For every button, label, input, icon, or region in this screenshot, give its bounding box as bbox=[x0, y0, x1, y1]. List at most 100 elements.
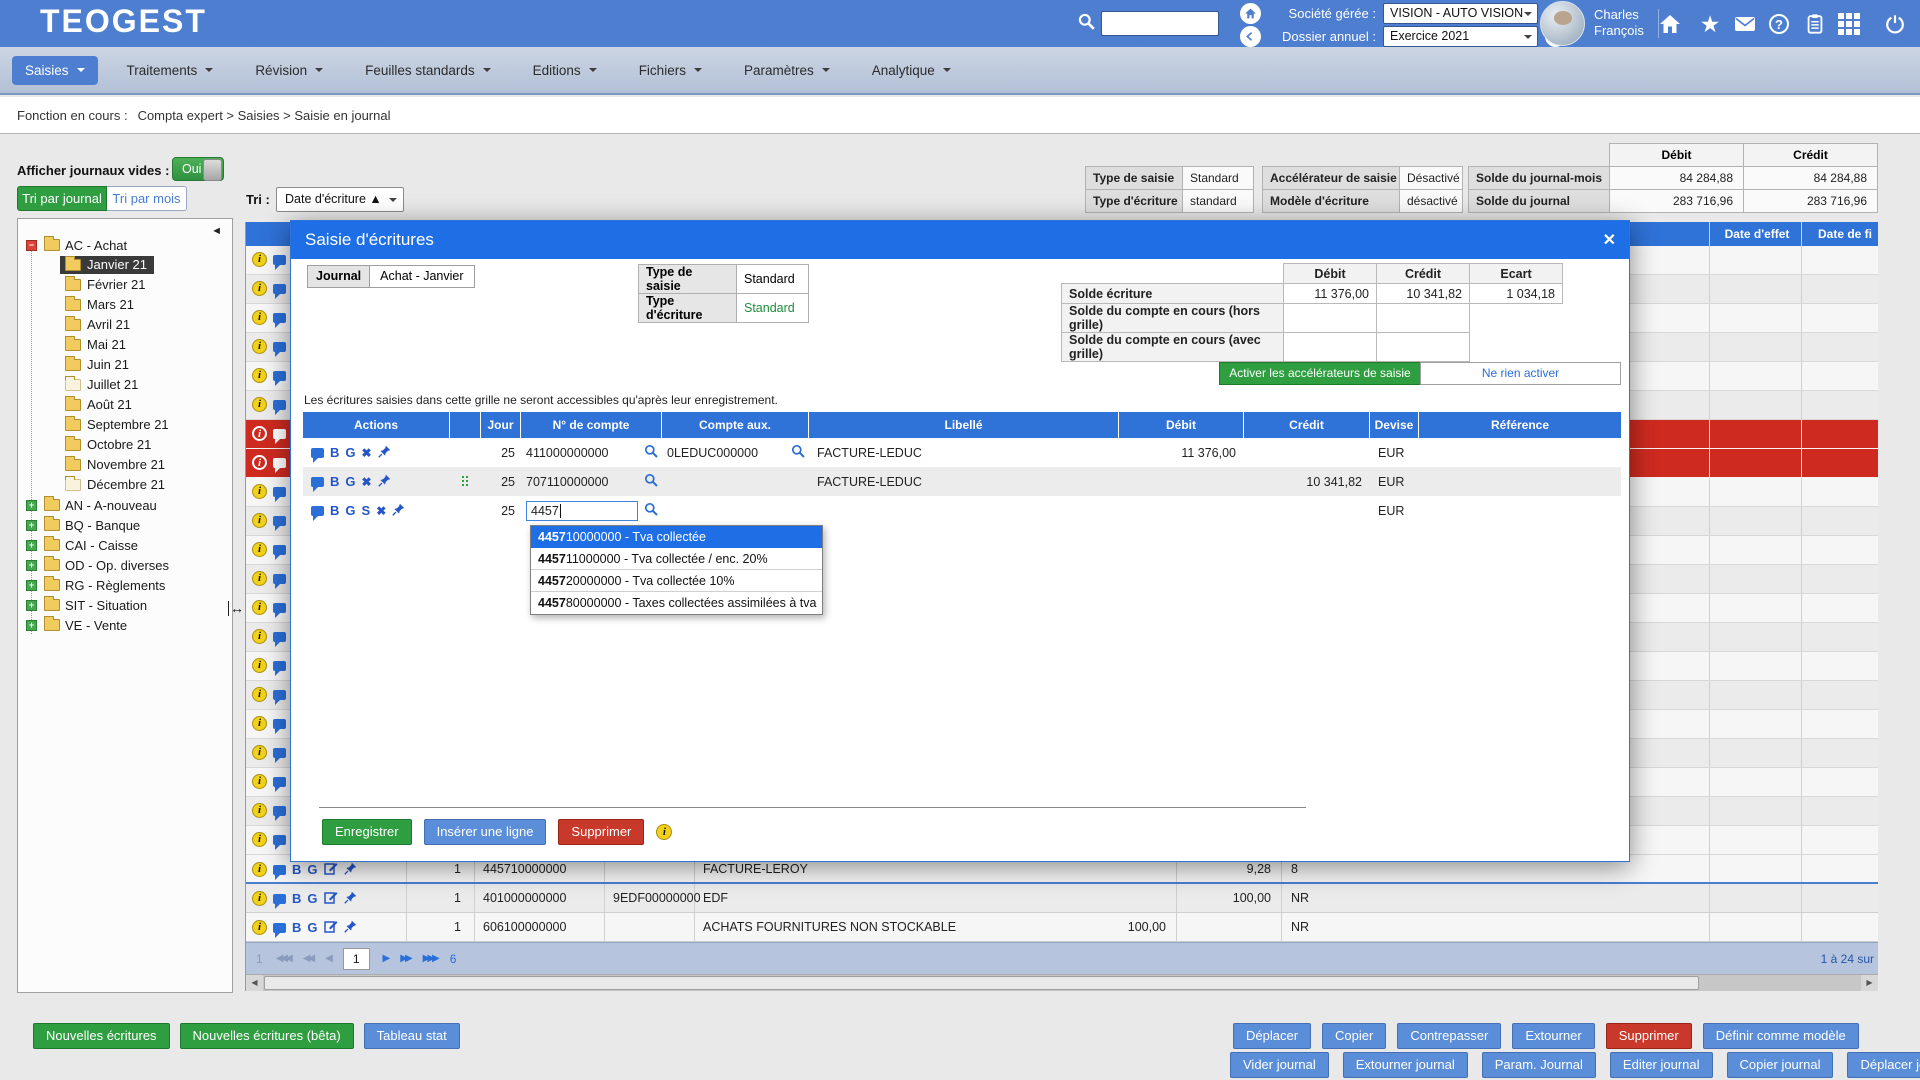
edit-icon[interactable] bbox=[324, 890, 338, 907]
cell-libelle[interactable]: FACTURE-LEDUC bbox=[809, 438, 1119, 467]
action-b-icon[interactable]: B bbox=[292, 863, 301, 876]
footer-button[interactable]: Supprimer bbox=[1606, 1023, 1692, 1049]
entry-grid-row-editing[interactable]: B G S ✖ 25 4457 EUR bbox=[303, 496, 1621, 525]
account-number-input[interactable]: 4457 bbox=[526, 501, 638, 521]
save-button[interactable]: Enregistrer bbox=[322, 819, 412, 845]
comment-bubble-icon[interactable] bbox=[273, 458, 286, 468]
footer-button[interactable]: Contrepasser bbox=[1397, 1023, 1501, 1049]
delete-line-icon[interactable]: ✖ bbox=[362, 476, 372, 488]
comment-bubble-icon[interactable] bbox=[311, 506, 324, 516]
show-empty-journals-toggle[interactable]: Oui bbox=[172, 157, 224, 181]
comment-bubble-icon[interactable] bbox=[273, 603, 286, 613]
menu-item[interactable]: Traitements bbox=[114, 56, 227, 85]
menu-item[interactable]: Feuilles standards bbox=[352, 56, 504, 85]
entry-grid-row[interactable]: B G ✖ 25 411000000000 0LEDUC000000 FACTU… bbox=[303, 438, 1621, 467]
tree-month-item[interactable]: Mai 21 bbox=[26, 335, 232, 355]
cell-libelle[interactable]: FACTURE-LEDUC bbox=[809, 467, 1119, 496]
cell-devise[interactable]: EUR bbox=[1370, 438, 1419, 467]
pushpin-icon[interactable] bbox=[344, 891, 357, 907]
comment-bubble-icon[interactable] bbox=[273, 835, 286, 845]
cell-compte-aux[interactable] bbox=[662, 496, 809, 525]
info-icon[interactable]: i bbox=[656, 824, 672, 840]
tree-journal-item[interactable]: AN - A-nouveau bbox=[26, 495, 232, 515]
scrollbar-thumb[interactable] bbox=[264, 976, 1699, 990]
global-search-input[interactable] bbox=[1101, 11, 1219, 36]
comment-bubble-icon[interactable] bbox=[273, 690, 286, 700]
menu-item[interactable]: Analytique bbox=[859, 56, 964, 85]
info-icon[interactable]: i bbox=[252, 426, 267, 441]
sidebar-resize-handle[interactable]: ↔ bbox=[228, 601, 246, 616]
action-b-icon[interactable]: B bbox=[330, 475, 339, 488]
expand-node-icon[interactable] bbox=[26, 540, 37, 551]
info-icon[interactable]: i bbox=[252, 862, 267, 877]
cell-reference[interactable] bbox=[1419, 438, 1621, 467]
insert-line-button[interactable]: Insérer une ligne bbox=[424, 819, 547, 845]
entry-grid-row[interactable]: B G ✖ 25 707110000000 FACTURE-LEDUC 10 3… bbox=[303, 467, 1621, 496]
action-b-icon[interactable]: B bbox=[292, 892, 301, 905]
cell-credit[interactable] bbox=[1244, 496, 1370, 525]
expand-node-icon[interactable] bbox=[26, 560, 37, 571]
tree-month-item[interactable]: Mars 21 bbox=[26, 295, 232, 315]
footer-button[interactable]: Déplacer bbox=[1233, 1023, 1311, 1049]
action-g-icon[interactable]: G bbox=[345, 475, 355, 488]
footer-button[interactable]: Nouvelles écritures (bêta) bbox=[180, 1023, 354, 1049]
cell-compte[interactable]: 707110000000 bbox=[526, 475, 609, 489]
tree-month-item[interactable]: Septembre 21 bbox=[26, 415, 232, 435]
cell-debit[interactable] bbox=[1119, 467, 1244, 496]
tree-journal-root[interactable]: AC - Achat bbox=[26, 235, 232, 255]
user-avatar[interactable] bbox=[1540, 1, 1585, 46]
info-icon[interactable]: i bbox=[252, 920, 267, 935]
footer-button[interactable]: Vider journal bbox=[1230, 1052, 1329, 1078]
action-b-icon[interactable]: B bbox=[330, 504, 339, 517]
tree-month-item[interactable]: Novembre 21 bbox=[26, 455, 232, 475]
info-icon[interactable]: i bbox=[252, 484, 267, 499]
home-icon[interactable] bbox=[1657, 11, 1683, 37]
footer-button[interactable]: Editer journal bbox=[1610, 1052, 1713, 1078]
page-back-icon[interactable]: ◀ bbox=[325, 953, 330, 964]
action-b-icon[interactable]: B bbox=[292, 921, 301, 934]
cell-jour[interactable]: 25 bbox=[481, 467, 521, 496]
info-icon[interactable]: i bbox=[252, 339, 267, 354]
footer-button[interactable]: Copier bbox=[1322, 1023, 1386, 1049]
sort-by-month-button[interactable]: Tri par mois bbox=[107, 186, 187, 211]
comment-bubble-icon[interactable] bbox=[273, 894, 286, 904]
pushpin-icon[interactable] bbox=[344, 920, 357, 936]
cell-devise[interactable]: EUR bbox=[1370, 467, 1419, 496]
tree-month-item[interactable]: Octobre 21 bbox=[26, 435, 232, 455]
comment-bubble-icon[interactable] bbox=[273, 371, 286, 381]
comment-bubble-icon[interactable] bbox=[273, 255, 286, 265]
info-icon[interactable]: i bbox=[252, 891, 267, 906]
footer-button[interactable]: Déplacer journal bbox=[1847, 1052, 1920, 1078]
comment-bubble-icon[interactable] bbox=[273, 313, 286, 323]
info-icon[interactable]: i bbox=[252, 687, 267, 702]
page-next-icon[interactable]: ▶ bbox=[383, 953, 388, 964]
info-icon[interactable]: i bbox=[252, 455, 267, 470]
info-icon[interactable]: i bbox=[252, 803, 267, 818]
drag-grip-icon[interactable] bbox=[462, 476, 470, 488]
sort-select[interactable]: Date d'écriture ▲ bbox=[276, 187, 404, 212]
comment-bubble-icon[interactable] bbox=[273, 719, 286, 729]
comment-bubble-icon[interactable] bbox=[273, 429, 286, 439]
comment-bubble-icon[interactable] bbox=[273, 284, 286, 294]
pushpin-icon[interactable] bbox=[378, 474, 391, 490]
cell-reference[interactable] bbox=[1419, 467, 1621, 496]
comment-bubble-icon[interactable] bbox=[273, 777, 286, 787]
action-s-icon[interactable]: S bbox=[362, 504, 371, 517]
cell-compte-aux[interactable] bbox=[662, 467, 809, 496]
action-b-icon[interactable]: B bbox=[330, 446, 339, 459]
comment-bubble-icon[interactable] bbox=[311, 477, 324, 487]
footer-button[interactable]: Nouvelles écritures bbox=[33, 1023, 170, 1049]
annual-folder-select[interactable]: Exercice 2021 bbox=[1383, 26, 1538, 47]
info-icon[interactable]: i bbox=[252, 513, 267, 528]
comment-bubble-icon[interactable] bbox=[273, 748, 286, 758]
magnifier-icon[interactable] bbox=[644, 502, 658, 519]
cell-credit[interactable] bbox=[1244, 438, 1370, 467]
action-g-icon[interactable]: G bbox=[345, 504, 355, 517]
menu-item[interactable]: Saisies bbox=[12, 56, 98, 85]
cell-libelle[interactable] bbox=[809, 496, 1119, 525]
activate-nothing-button[interactable]: Ne rien activer bbox=[1420, 362, 1621, 385]
info-icon[interactable]: i bbox=[252, 716, 267, 731]
info-icon[interactable]: i bbox=[252, 600, 267, 615]
autocomplete-item[interactable]: 445710000000 - Tva collectée bbox=[531, 526, 822, 548]
delete-button[interactable]: Supprimer bbox=[558, 819, 644, 845]
